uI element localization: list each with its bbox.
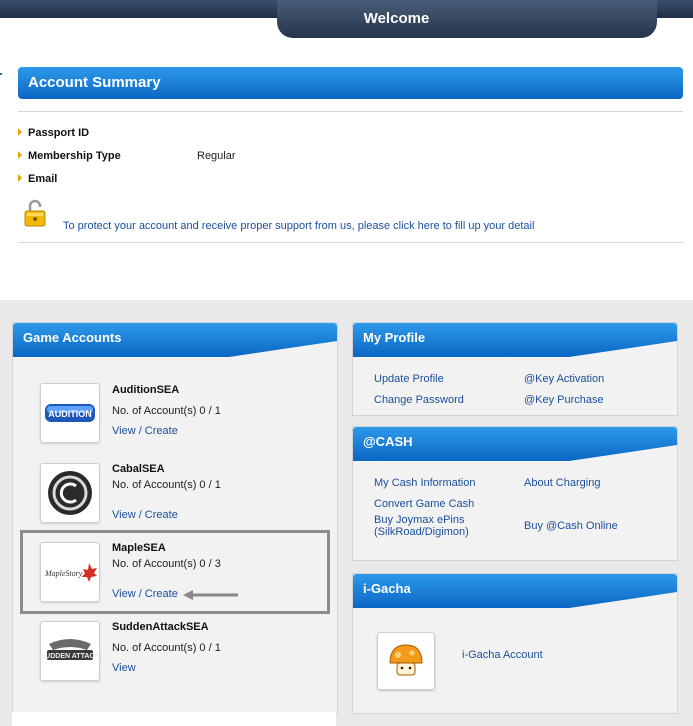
cabal-logo bbox=[40, 463, 100, 523]
game-accounts-header: Game Accounts bbox=[13, 323, 337, 357]
account-count-cabal: No. of Account(s) 0 / 1 bbox=[112, 479, 221, 491]
divider bbox=[18, 242, 683, 243]
my-profile-title: My Profile bbox=[363, 330, 426, 345]
sudden-attack-logo: SUDDEN ATTACK bbox=[40, 621, 100, 681]
convert-game-cash-link[interactable]: Convert Game Cash bbox=[374, 498, 474, 510]
key-purchase-link[interactable]: @Key Purchase bbox=[524, 394, 604, 406]
buy-joymax-epins-link[interactable]: Buy Joymax ePins (SilkRoad/Digimon) bbox=[374, 514, 484, 538]
svg-text:MapleStory: MapleStory bbox=[44, 569, 83, 578]
cash-title: @CASH bbox=[363, 434, 413, 449]
membership-type-value: Regular bbox=[197, 150, 236, 162]
mushroom-icon bbox=[389, 644, 423, 676]
sudden-attack-logo-icon: SUDDEN ATTACK bbox=[41, 639, 99, 660]
cash-header: @CASH bbox=[353, 427, 677, 461]
email-label: Email bbox=[28, 173, 58, 185]
key-activation-link[interactable]: @Key Activation bbox=[524, 373, 604, 385]
page-title: Welcome bbox=[363, 10, 430, 27]
left-marker bbox=[0, 73, 2, 75]
gacha-thumbnail bbox=[377, 632, 435, 690]
gacha-account-link[interactable]: i-Gacha Account bbox=[462, 649, 543, 661]
view-create-link-audition[interactable]: View / Create bbox=[112, 425, 178, 437]
header-fold bbox=[229, 341, 337, 357]
lock-icon bbox=[24, 199, 46, 227]
account-count-maplesea: No. of Account(s) 0 / 3 bbox=[112, 558, 221, 570]
account-count-suddenattack: No. of Account(s) 0 / 1 bbox=[112, 642, 221, 654]
membership-type-label: Membership Type bbox=[28, 150, 121, 162]
header-fold bbox=[569, 445, 677, 461]
top-header: Welcome bbox=[0, 0, 693, 38]
gacha-header: i-Gacha bbox=[353, 574, 677, 608]
passport-id-label: Passport ID bbox=[28, 127, 90, 139]
my-profile-header: My Profile bbox=[353, 323, 677, 357]
account-summary-title: Account Summary bbox=[28, 74, 161, 91]
bullet-icon bbox=[18, 151, 22, 159]
game-name-suddenattack: SuddenAttackSEA bbox=[112, 621, 209, 633]
svg-text:AUDITION: AUDITION bbox=[48, 409, 92, 419]
gacha-panel: i-Gacha i-Gacha Account bbox=[352, 573, 678, 714]
header-fold bbox=[569, 341, 677, 357]
gacha-title: i-Gacha bbox=[363, 581, 411, 596]
my-profile-panel: My Profile Update Profile @Key Activatio… bbox=[352, 322, 678, 416]
audition-logo-icon: AUDITION bbox=[45, 404, 95, 422]
cabal-logo-icon bbox=[48, 471, 92, 515]
bottom-strip bbox=[12, 712, 336, 726]
update-profile-link[interactable]: Update Profile bbox=[374, 373, 444, 385]
view-create-link-maplesea[interactable]: View / Create bbox=[112, 588, 178, 600]
view-link-suddenattack[interactable]: View bbox=[112, 662, 136, 674]
protect-account-link[interactable]: To protect your account and receive prop… bbox=[63, 220, 534, 232]
change-password-link[interactable]: Change Password bbox=[374, 394, 464, 406]
my-cash-information-link[interactable]: My Cash Information bbox=[374, 477, 475, 489]
game-accounts-panel: Game Accounts AUDITION AuditionSEA No. o… bbox=[12, 322, 338, 714]
divider bbox=[18, 111, 683, 112]
svg-text:SUDDEN ATTACK: SUDDEN ATTACK bbox=[41, 653, 99, 660]
maplestory-logo-icon: MapleStory bbox=[44, 563, 97, 582]
game-name-audition: AuditionSEA bbox=[112, 384, 180, 396]
game-name-maplesea: MapleSEA bbox=[112, 542, 166, 554]
maplestory-logo: MapleStory bbox=[40, 542, 100, 602]
header-fold bbox=[569, 592, 677, 608]
arrow-left-icon bbox=[183, 590, 238, 600]
game-name-cabal: CabalSEA bbox=[112, 463, 165, 475]
account-summary-bar: Account Summary bbox=[18, 67, 683, 99]
audition-logo: AUDITION bbox=[40, 383, 100, 443]
game-accounts-title: Game Accounts bbox=[23, 330, 122, 345]
account-count-audition: No. of Account(s) 0 / 1 bbox=[112, 405, 221, 417]
about-charging-link[interactable]: About Charging bbox=[524, 477, 600, 489]
view-create-link-cabal[interactable]: View / Create bbox=[112, 509, 178, 521]
cash-panel: @CASH My Cash Information About Charging… bbox=[352, 426, 678, 561]
bullet-icon bbox=[18, 128, 22, 136]
bullet-icon bbox=[18, 174, 22, 182]
buy-cash-online-link[interactable]: Buy @Cash Online bbox=[524, 520, 618, 532]
